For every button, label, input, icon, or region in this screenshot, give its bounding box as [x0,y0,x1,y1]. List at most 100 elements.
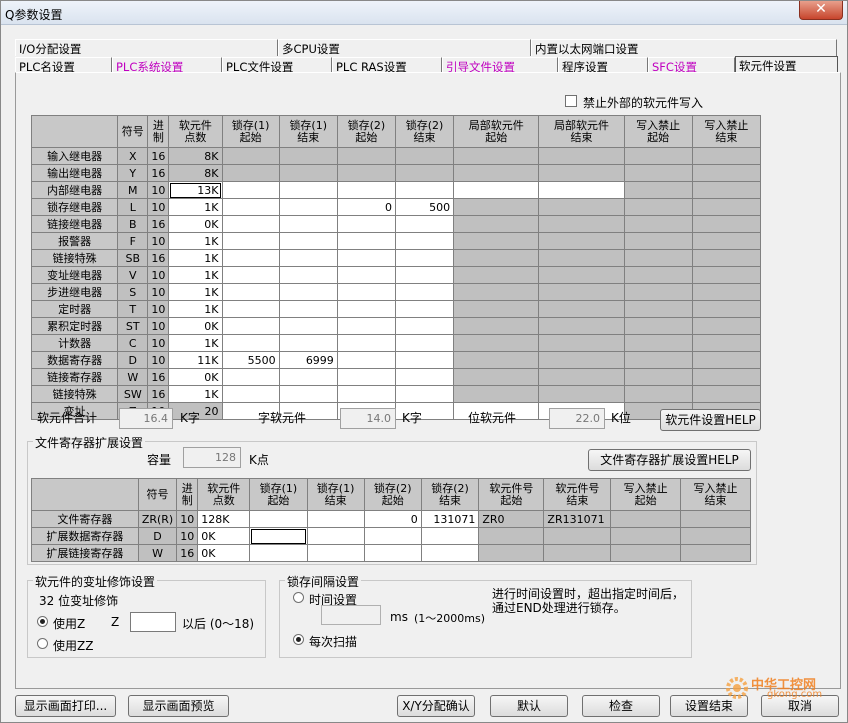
xy-assignment-confirm-button[interactable]: X/Y分配确认 [397,695,475,717]
z-start-input[interactable] [130,612,176,632]
cell-latch[interactable] [420,527,480,545]
cell-latch[interactable] [278,215,338,233]
cell-latch[interactable] [336,232,396,250]
cell-latch[interactable]: 5500 [221,351,280,369]
cell-latch[interactable] [221,317,280,335]
cell-points[interactable]: 0K [168,317,223,335]
cell-points[interactable]: 0K [197,544,251,562]
cell-points[interactable]: 1K [168,198,223,216]
cell-latch[interactable] [306,544,365,562]
cell-latch[interactable] [249,510,308,528]
cell-points[interactable]: 0K [168,215,223,233]
cell-latch[interactable] [221,300,280,318]
cell-latch[interactable] [278,283,338,301]
cell-latch[interactable] [363,527,422,545]
default-button[interactable]: 默认 [490,695,568,717]
cell-latch[interactable] [306,527,365,545]
cell-latch[interactable] [278,249,338,267]
cell-latch[interactable] [394,300,455,318]
cell-latch[interactable] [363,544,422,562]
cell-latch[interactable] [278,300,338,318]
close-button[interactable]: ✕ [799,1,843,20]
cell-latch[interactable] [249,527,308,545]
use-z-radio[interactable] [37,616,48,627]
tab-io-assignment[interactable]: I/O分配设置 [15,39,278,56]
cell-latch[interactable] [336,385,396,403]
check-button[interactable]: 检查 [582,695,660,717]
cell-points[interactable]: 0K [197,527,251,545]
cell-latch[interactable]: 6999 [278,351,338,369]
cell-latch[interactable] [306,510,365,528]
time-setting-radio[interactable] [293,592,304,603]
cell-latch[interactable] [278,266,338,284]
print-screen-button[interactable]: 显示画面打印... [15,695,116,717]
cell-latch[interactable] [394,334,455,352]
cell-latch[interactable] [394,385,455,403]
cell-latch[interactable] [221,249,280,267]
cell-latch[interactable] [394,317,455,335]
use-zz-radio[interactable] [37,638,48,649]
cell-latch[interactable] [394,215,455,233]
cell-points[interactable]: 1K [168,300,223,318]
device-settings-help-button[interactable]: 软元件设置HELP [660,409,761,431]
cell-latch[interactable] [336,351,396,369]
cell-latch[interactable] [394,368,455,386]
cell-latch[interactable] [221,283,280,301]
cell-points[interactable]: 1K [168,283,223,301]
cell-latch[interactable] [394,351,455,369]
cell-local-device[interactable] [538,181,625,199]
cell-latch[interactable] [336,215,396,233]
cell-points[interactable]: 1K [168,249,223,267]
cell-latch[interactable] [221,232,280,250]
cell-points[interactable]: 1K [168,232,223,250]
cell-latch[interactable] [278,368,338,386]
cell-latch[interactable] [394,266,455,284]
file-register-help-button[interactable]: 文件寄存器扩展设置HELP [588,449,751,471]
cell-latch[interactable] [221,266,280,284]
cell-points[interactable]: 1K [168,385,223,403]
tab-multi-cpu[interactable]: 多CPU设置 [278,39,531,56]
tab-ethernet-port[interactable]: 内置以太网端口设置 [531,39,837,56]
cell-latch[interactable] [278,232,338,250]
cell-local-device[interactable] [453,181,540,199]
cell-latch[interactable] [221,198,280,216]
cell-latch[interactable] [336,300,396,318]
cell-latch[interactable] [336,368,396,386]
cell-latch[interactable] [278,317,338,335]
cell-points[interactable]: 128K [197,510,251,528]
cell-latch[interactable] [278,334,338,352]
cell-latch[interactable] [336,266,396,284]
cell-latch[interactable] [221,181,280,199]
cell-latch[interactable] [221,215,280,233]
latch-time-input[interactable] [321,605,381,625]
prohibit-external-write-checkbox[interactable] [565,95,577,107]
cell-latch[interactable] [394,181,455,199]
cell-points[interactable]: 1K [168,266,223,284]
cell-latch[interactable] [336,334,396,352]
cell-latch[interactable]: 0 [336,198,396,216]
cell-points[interactable]: 11K [168,351,223,369]
every-scan-radio[interactable] [293,634,304,645]
cell-latch[interactable] [278,198,338,216]
cell-points[interactable]: 1K [168,334,223,352]
cell-latch[interactable] [278,385,338,403]
cell-latch[interactable]: 0 [363,510,422,528]
preview-screen-button[interactable]: 显示画面预览 [128,695,229,717]
cell-latch[interactable] [336,249,396,267]
cell-points[interactable]: 13K [168,181,223,199]
cell-latch[interactable] [336,317,396,335]
cell-latch[interactable]: 131071 [420,510,480,528]
cell-latch[interactable] [336,283,396,301]
cell-points[interactable]: 0K [168,368,223,386]
cell-latch[interactable] [336,181,396,199]
cell-latch[interactable] [394,249,455,267]
cell-latch[interactable] [221,368,280,386]
cell-latch[interactable] [394,232,455,250]
cell-latch[interactable] [249,544,308,562]
cell-latch[interactable] [394,283,455,301]
cell-latch[interactable] [278,181,338,199]
cell-latch[interactable]: 500 [394,198,455,216]
cell-latch[interactable] [420,544,480,562]
cell-latch[interactable] [221,385,280,403]
cell-latch[interactable] [221,334,280,352]
